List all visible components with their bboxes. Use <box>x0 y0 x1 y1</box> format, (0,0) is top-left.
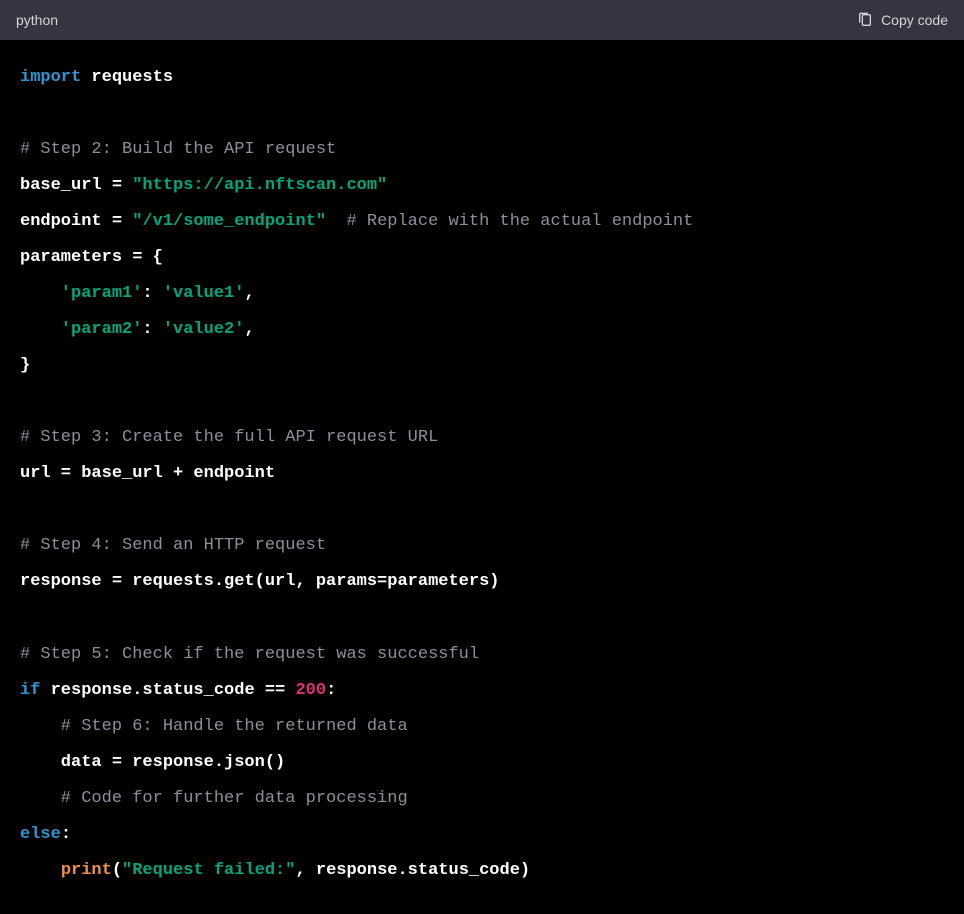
code-token: ( <box>112 861 122 880</box>
code-token: } <box>20 356 30 375</box>
code-token: : <box>142 320 162 339</box>
code-token: : <box>142 284 162 303</box>
code-token: if <box>20 681 40 700</box>
code-token: # Step 5: Check if the request was succe… <box>20 645 479 664</box>
code-token: 'value2' <box>163 320 245 339</box>
code-token: : <box>326 681 336 700</box>
code-content[interactable]: import requests # Step 2: Build the API … <box>0 40 964 909</box>
code-token: base_url = <box>20 176 132 195</box>
code-token <box>20 861 61 880</box>
code-token: print <box>61 861 112 880</box>
code-token: data = response.json() <box>20 753 285 772</box>
code-token: : <box>61 825 71 844</box>
code-token: url = base_url + endpoint <box>20 464 275 483</box>
code-token: response = requests.get(url, params=para… <box>20 572 499 591</box>
code-token: 'value1' <box>163 284 245 303</box>
code-token: , response.status_code) <box>295 861 530 880</box>
code-token: import <box>20 68 81 87</box>
code-token: response.status_code == <box>40 681 295 700</box>
code-token: # Step 2: Build the API request <box>20 140 336 159</box>
code-token: , <box>244 284 254 303</box>
code-token: 'param1' <box>20 284 142 303</box>
code-token: 'param2' <box>20 320 142 339</box>
code-token: # Step 3: Create the full API request UR… <box>20 428 438 447</box>
clipboard-icon <box>857 12 873 28</box>
code-token: "Request failed:" <box>122 861 295 880</box>
code-token: else <box>20 825 61 844</box>
code-token: # Step 4: Send an HTTP request <box>20 536 326 555</box>
code-token: parameters = { <box>20 248 163 267</box>
copy-code-label: Copy code <box>881 12 948 28</box>
copy-code-button[interactable]: Copy code <box>857 12 948 28</box>
code-token: # Replace with the actual endpoint <box>326 212 693 231</box>
code-token: # Step 6: Handle the returned data <box>20 717 408 736</box>
code-token: "https://api.nftscan.com" <box>132 176 387 195</box>
code-token: 200 <box>295 681 326 700</box>
language-label: python <box>16 12 58 28</box>
code-token: requests <box>81 68 173 87</box>
code-token: , <box>244 320 254 339</box>
code-block-header: python Copy code <box>0 0 964 40</box>
code-token: # Code for further data processing <box>20 789 408 808</box>
code-token: "/v1/some_endpoint" <box>132 212 326 231</box>
code-token: endpoint = <box>20 212 132 231</box>
